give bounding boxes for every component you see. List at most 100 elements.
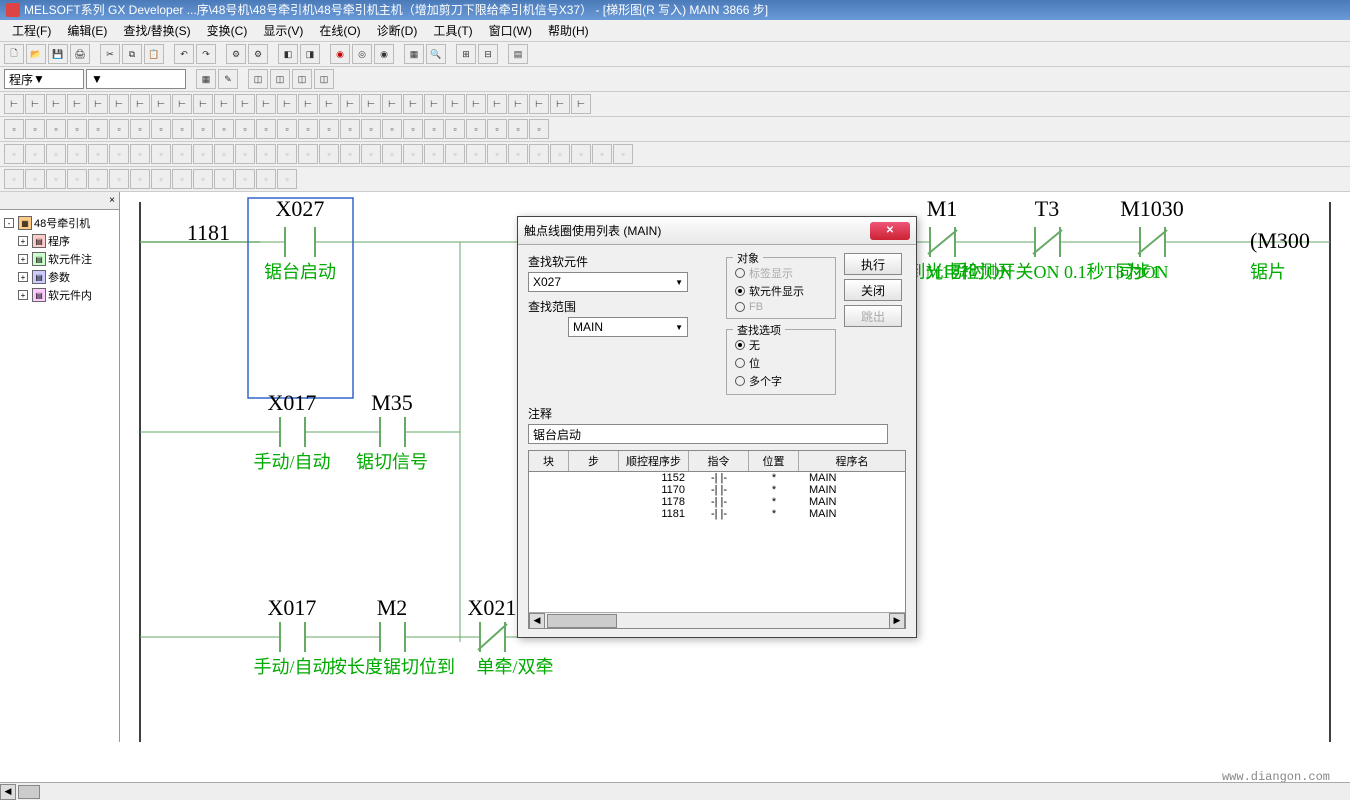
ladder-element-icon[interactable]: ⊢ — [403, 94, 423, 114]
radio-fb[interactable]: FB — [735, 300, 827, 314]
tree-close-icon[interactable]: × — [109, 195, 115, 206]
ladder-element-icon[interactable]: ⊢ — [340, 94, 360, 114]
menu-tools[interactable]: 工具(T) — [425, 20, 480, 41]
empty-combo[interactable]: ▼ — [86, 69, 186, 89]
menu-online[interactable]: 在线(O) — [311, 20, 368, 41]
menu-window[interactable]: 窗口(W) — [481, 20, 540, 41]
ladder-element-icon[interactable]: ⊢ — [151, 94, 171, 114]
tool-icon[interactable]: ▫ — [487, 119, 507, 139]
tool-icon[interactable]: ▫ — [46, 119, 66, 139]
scroll-right-icon[interactable]: ▶ — [889, 613, 905, 629]
paste-icon[interactable]: 📋 — [144, 44, 164, 64]
ladder-element-icon[interactable]: ⊢ — [130, 94, 150, 114]
expand-icon[interactable]: + — [18, 254, 28, 264]
scroll-left-icon[interactable]: ◀ — [0, 784, 16, 800]
tool-icon[interactable]: ◨ — [300, 44, 320, 64]
menu-convert[interactable]: 变换(C) — [199, 20, 256, 41]
tool-icon[interactable]: ▫ — [298, 119, 318, 139]
program-combo[interactable]: 程序▼ — [4, 69, 84, 89]
save-icon[interactable]: 💾 — [48, 44, 68, 64]
menu-display[interactable]: 显示(V) — [255, 20, 311, 41]
ladder-element-icon[interactable]: ⊢ — [508, 94, 528, 114]
tool-icon[interactable]: ▫ — [4, 119, 24, 139]
tool-icon[interactable]: ▫ — [193, 119, 213, 139]
col-step[interactable]: 步 — [569, 451, 619, 471]
ladder-element-icon[interactable]: ⊢ — [109, 94, 129, 114]
tree-root[interactable]: - ▦ 48号牵引机 — [4, 214, 115, 232]
ladder-element-icon[interactable]: ⊢ — [172, 94, 192, 114]
tool-icon[interactable]: ◉ — [330, 44, 350, 64]
tool-icon[interactable]: ◫ — [314, 69, 334, 89]
ladder-element-icon[interactable]: ⊢ — [235, 94, 255, 114]
tool-icon[interactable]: ⊞ — [456, 44, 476, 64]
ladder-element-icon[interactable]: ⊢ — [88, 94, 108, 114]
tool-icon[interactable]: ◫ — [270, 69, 290, 89]
tool-icon[interactable]: ▫ — [235, 119, 255, 139]
ladder-element-icon[interactable]: ⊢ — [466, 94, 486, 114]
close-icon[interactable]: ✕ — [870, 222, 910, 240]
tool-icon[interactable]: ▫ — [130, 119, 150, 139]
tool-icon[interactable]: ▤ — [508, 44, 528, 64]
ladder-element-icon[interactable]: ⊢ — [571, 94, 591, 114]
tree-item-devmem[interactable]: + ▤ 软元件内 — [4, 286, 115, 304]
table-row[interactable]: 1178-| |-*MAIN — [529, 496, 905, 508]
ladder-element-icon[interactable]: ⊢ — [424, 94, 444, 114]
tool-icon[interactable]: ▫ — [172, 119, 192, 139]
find-range-combo[interactable]: MAIN▼ — [568, 317, 688, 337]
undo-icon[interactable]: ↶ — [174, 44, 194, 64]
tree-item-params[interactable]: + ▤ 参数 — [4, 268, 115, 286]
scroll-thumb[interactable] — [547, 614, 617, 628]
tool-icon[interactable]: ◉ — [374, 44, 394, 64]
ladder-element-icon[interactable]: ⊢ — [550, 94, 570, 114]
new-icon[interactable]: 🗋 — [4, 44, 24, 64]
radio-bit[interactable]: 位 — [735, 354, 827, 372]
tool-icon[interactable]: ▫ — [256, 119, 276, 139]
col-inst[interactable]: 指令 — [689, 451, 749, 471]
copy-icon[interactable]: ⧉ — [122, 44, 142, 64]
ladder-element-icon[interactable]: ⊢ — [361, 94, 381, 114]
tool-icon[interactable]: ⚙ — [226, 44, 246, 64]
collapse-icon[interactable]: - — [4, 218, 14, 228]
tool-icon[interactable]: ▫ — [25, 119, 45, 139]
table-scrollbar[interactable]: ◀ ▶ — [529, 612, 905, 628]
tool-icon[interactable]: ▦ — [196, 69, 216, 89]
ladder-element-icon[interactable]: ⊢ — [445, 94, 465, 114]
tool-icon[interactable]: ▫ — [403, 119, 423, 139]
menu-help[interactable]: 帮助(H) — [540, 20, 597, 41]
tool-icon[interactable]: ▫ — [151, 119, 171, 139]
menu-project[interactable]: 工程(F) — [4, 20, 59, 41]
execute-button[interactable]: 执行 — [844, 253, 902, 275]
dialog-titlebar[interactable]: 触点线圈使用列表 (MAIN) ✕ — [518, 217, 916, 245]
cut-icon[interactable]: ✂ — [100, 44, 120, 64]
ladder-element-icon[interactable]: ⊢ — [4, 94, 24, 114]
radio-device-display[interactable]: 软元件显示 — [735, 282, 827, 300]
ladder-element-icon[interactable]: ⊢ — [256, 94, 276, 114]
find-device-input[interactable]: X027▼ — [528, 272, 688, 292]
col-block[interactable]: 块 — [529, 451, 569, 471]
tool-icon[interactable]: ▫ — [88, 119, 108, 139]
ladder-element-icon[interactable]: ⊢ — [193, 94, 213, 114]
tool-icon[interactable]: ✎ — [218, 69, 238, 89]
tool-icon[interactable]: ▫ — [109, 119, 129, 139]
ladder-element-icon[interactable]: ⊢ — [298, 94, 318, 114]
tool-icon[interactable]: ▫ — [319, 119, 339, 139]
tool-icon[interactable]: ◫ — [292, 69, 312, 89]
close-button[interactable]: 关闭 — [844, 279, 902, 301]
tool-icon[interactable]: ◫ — [248, 69, 268, 89]
table-row[interactable]: 1181-| |-*MAIN — [529, 508, 905, 520]
ladder-element-icon[interactable]: ⊢ — [214, 94, 234, 114]
ladder-element-icon[interactable]: ⊢ — [25, 94, 45, 114]
tool-icon[interactable]: ▫ — [340, 119, 360, 139]
radio-multiword[interactable]: 多个字 — [735, 372, 827, 390]
ladder-element-icon[interactable]: ⊢ — [277, 94, 297, 114]
table-row[interactable]: 1152-| |-*MAIN — [529, 472, 905, 484]
tree-item-device[interactable]: + ▤ 软元件注 — [4, 250, 115, 268]
tool-icon[interactable]: ◧ — [278, 44, 298, 64]
redo-icon[interactable]: ↷ — [196, 44, 216, 64]
scroll-left-icon[interactable]: ◀ — [529, 613, 545, 629]
tool-icon[interactable]: ▫ — [445, 119, 465, 139]
open-icon[interactable]: 📂 — [26, 44, 46, 64]
tool-icon[interactable]: ▫ — [529, 119, 549, 139]
tool-icon[interactable]: ◎ — [352, 44, 372, 64]
zoom-icon[interactable]: 🔍 — [426, 44, 446, 64]
